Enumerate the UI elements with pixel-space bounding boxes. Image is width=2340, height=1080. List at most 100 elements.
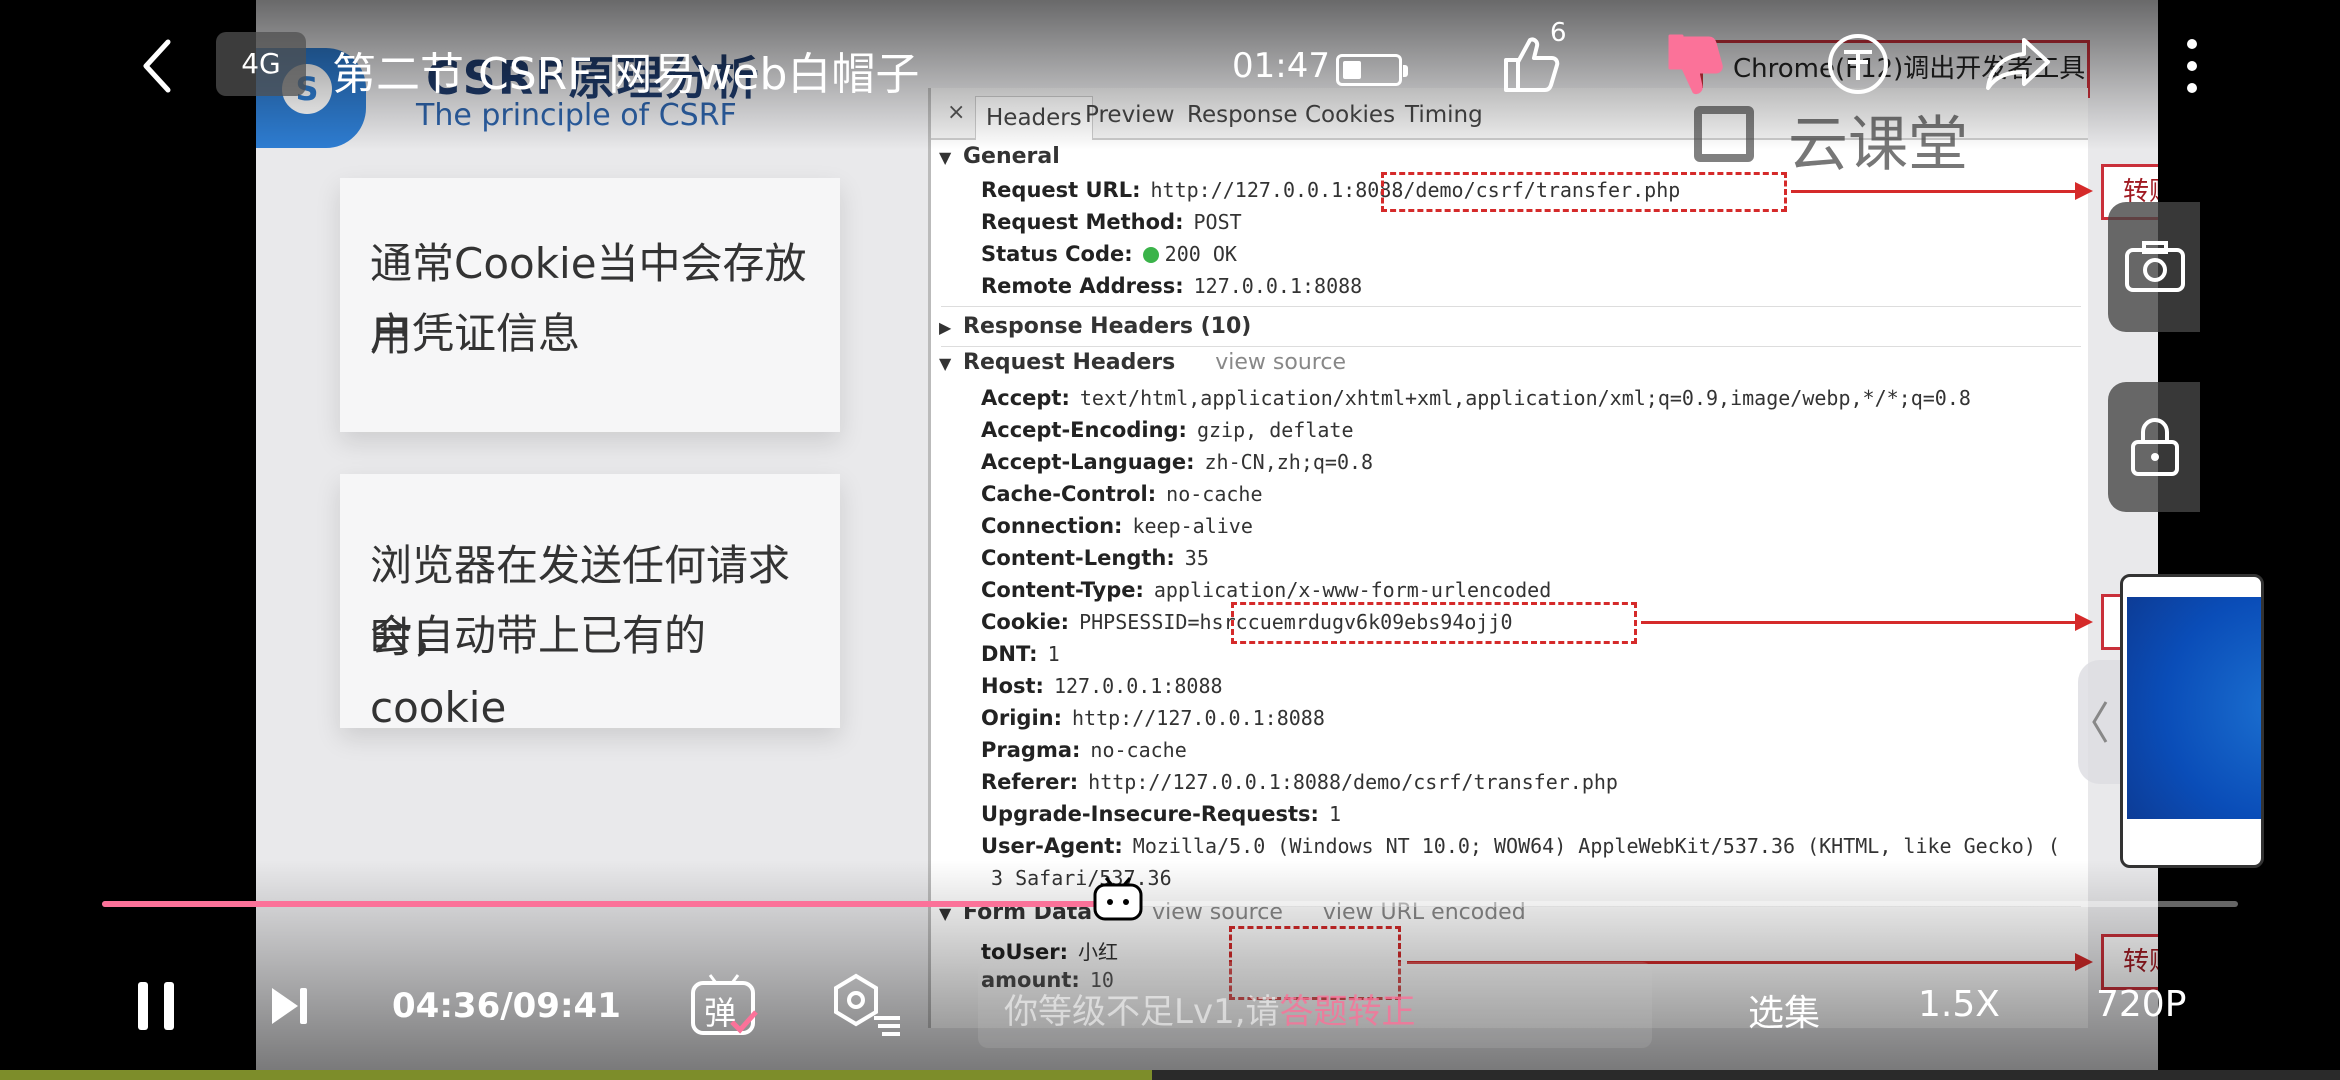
header-key: Remote Address: [981, 274, 1184, 298]
tab-preview[interactable]: Preview [1085, 102, 1175, 128]
slide-subtitle: The principle of CSRF [416, 98, 737, 133]
header-value: 小红 [1078, 940, 1119, 964]
header-key: Content-Length: [981, 546, 1175, 570]
tab-cookies[interactable]: Cookies [1305, 102, 1395, 128]
progress-thumb-tv-icon[interactable] [1092, 876, 1144, 922]
cookie-highlight-box [1231, 602, 1637, 644]
header-row: Accept-Encoding: gzip, deflate [981, 418, 1354, 442]
episodes-button[interactable]: 选集 [1748, 984, 1820, 1036]
url-highlight-box [1381, 172, 1787, 212]
battery-icon [1336, 54, 1408, 86]
header-row: Connection: keep-alive [981, 514, 1253, 538]
header-value: 3 Safari/537.36 [991, 866, 1172, 890]
arrow-right-icon [2075, 953, 2093, 971]
header-value: 1 [1047, 642, 1060, 666]
card-line: 户凭证信息 [370, 309, 581, 358]
pip-thumbnail-image [2127, 597, 2261, 819]
dislike-icon[interactable] [1664, 30, 1728, 100]
section-request-headers[interactable]: ▼ Request Headers view source [939, 350, 1346, 375]
header-key: Connection: [981, 514, 1123, 538]
header-row: Remote Address: 127.0.0.1:8088 [981, 274, 1362, 298]
header-key: User-Agent: [981, 834, 1123, 858]
header-row: Cache-Control: no-cache [981, 482, 1262, 506]
header-key: Pragma: [981, 738, 1081, 762]
header-row: Pragma: no-cache [981, 738, 1187, 762]
header-row: Request Method: POST [981, 210, 1242, 234]
header-key: Cookie: [981, 610, 1070, 634]
header-value: no-cache [1090, 738, 1187, 762]
back-icon[interactable] [138, 38, 178, 94]
progress-bar[interactable] [102, 901, 2238, 907]
danmaku-input[interactable]: 你等级不足Lv1,请答题转正 [978, 962, 1652, 1048]
danmaku-settings-icon[interactable] [830, 972, 902, 1036]
arrow-line [1641, 621, 2081, 624]
danmaku-hint-link[interactable]: 答题转正 [1280, 992, 1416, 1032]
screenshot-button[interactable] [2108, 202, 2200, 332]
section-label: Response Headers (10) [963, 314, 1252, 339]
pip-collapse-handle[interactable] [2078, 660, 2122, 784]
lock-screen-button[interactable] [2108, 382, 2200, 512]
header-row: User-Agent: Mozilla/5.0 (Windows NT 10.0;… [981, 834, 2060, 858]
tab-timing[interactable]: Timing [1405, 102, 1483, 128]
section-general[interactable]: ▼ General [939, 144, 1060, 169]
tab-response[interactable]: Response [1187, 102, 1297, 128]
header-key: Content-Type: [981, 578, 1144, 602]
chevron-left-icon [2092, 701, 2108, 743]
next-episode-icon[interactable] [268, 984, 312, 1028]
header-row: toUser: 小红 [981, 936, 1118, 965]
slide-card-cookie: 通常Cookie当中会存放用 户凭证信息 [340, 178, 840, 432]
tab-headers[interactable]: Headers [975, 96, 1093, 140]
slide-card-browser: 浏览器在发送任何请求时， 会自动带上已有的cookie [340, 474, 840, 732]
section-response-headers[interactable]: ▶ Response Headers (10) [939, 314, 1251, 339]
arrow-right-icon [2075, 182, 2093, 200]
bottom-edge-strip [0, 1070, 2340, 1080]
quality-button[interactable]: 720P [2096, 984, 2186, 1025]
clock: 01:47 [1232, 46, 1330, 86]
header-row: Host: 127.0.0.1:8088 [981, 674, 1223, 698]
danmaku-hint: 你等级不足Lv1,请答题转正 [1004, 984, 1416, 1033]
header-key: DNT: [981, 642, 1038, 666]
triangle-down-icon: ▼ [939, 148, 952, 167]
network-badge: 4G [216, 32, 306, 96]
header-key: Status Code: [981, 242, 1133, 266]
header-row: Referer: http://127.0.0.1:8088/demo/csrf/… [981, 770, 1618, 794]
pip-thumbnail[interactable] [2120, 574, 2264, 868]
header-value: 35 [1184, 546, 1209, 570]
camera-icon [2125, 241, 2185, 292]
like-count: 6 [1550, 18, 1567, 48]
header-key: Cache-Control: [981, 482, 1157, 506]
share-icon[interactable] [1984, 34, 2054, 94]
triangle-down-icon: ▼ [939, 354, 952, 373]
progress-fill [102, 901, 1117, 907]
playback-time: 04:36/09:41 [392, 986, 621, 1026]
header-key: toUser: [981, 940, 1069, 964]
header-key: Request Method: [981, 210, 1184, 234]
danmaku-toggle-icon[interactable]: 弹 [690, 972, 760, 1038]
header-key: Origin: [981, 706, 1062, 730]
player-screen: S CSRF原理分析 The principle of CSRF 通常Cooki… [0, 0, 2340, 1080]
watermark-logo-icon [1694, 106, 1754, 162]
header-key: Accept-Language: [981, 450, 1195, 474]
header-value: application/x-www-form-urlencoded [1153, 578, 1552, 602]
header-value: keep-alive [1132, 514, 1253, 538]
watermark: 云课堂 [1788, 110, 1968, 180]
triangle-right-icon: ▶ [939, 318, 952, 337]
speed-button[interactable]: 1.5X [1918, 984, 2000, 1025]
header-row: DNT: 1 [981, 642, 1060, 666]
header-value: 127.0.0.1:8088 [1053, 674, 1223, 698]
video-title: 第二节 CSRF-网易web白帽子 [332, 49, 920, 100]
lock-icon [2131, 418, 2179, 476]
video-frame[interactable]: S CSRF原理分析 The principle of CSRF 通常Cooki… [256, 0, 2158, 1080]
header-value: no-cache [1166, 482, 1263, 506]
header-key: Host: [981, 674, 1044, 698]
view-source-link[interactable]: view source [1215, 350, 1346, 375]
pause-icon[interactable] [134, 980, 178, 1032]
bottom-edge-fill [0, 1070, 1152, 1080]
coin-icon[interactable] [1826, 32, 1890, 96]
header-value: http://127.0.0.1:8088/demo/csrf/transfer… [1088, 770, 1618, 794]
header-value: 127.0.0.1:8088 [1193, 274, 1363, 298]
divider [941, 306, 2081, 307]
header-value: 1 [1328, 802, 1341, 826]
more-icon[interactable] [2172, 36, 2212, 96]
devtools-close-icon[interactable]: × [947, 100, 965, 125]
